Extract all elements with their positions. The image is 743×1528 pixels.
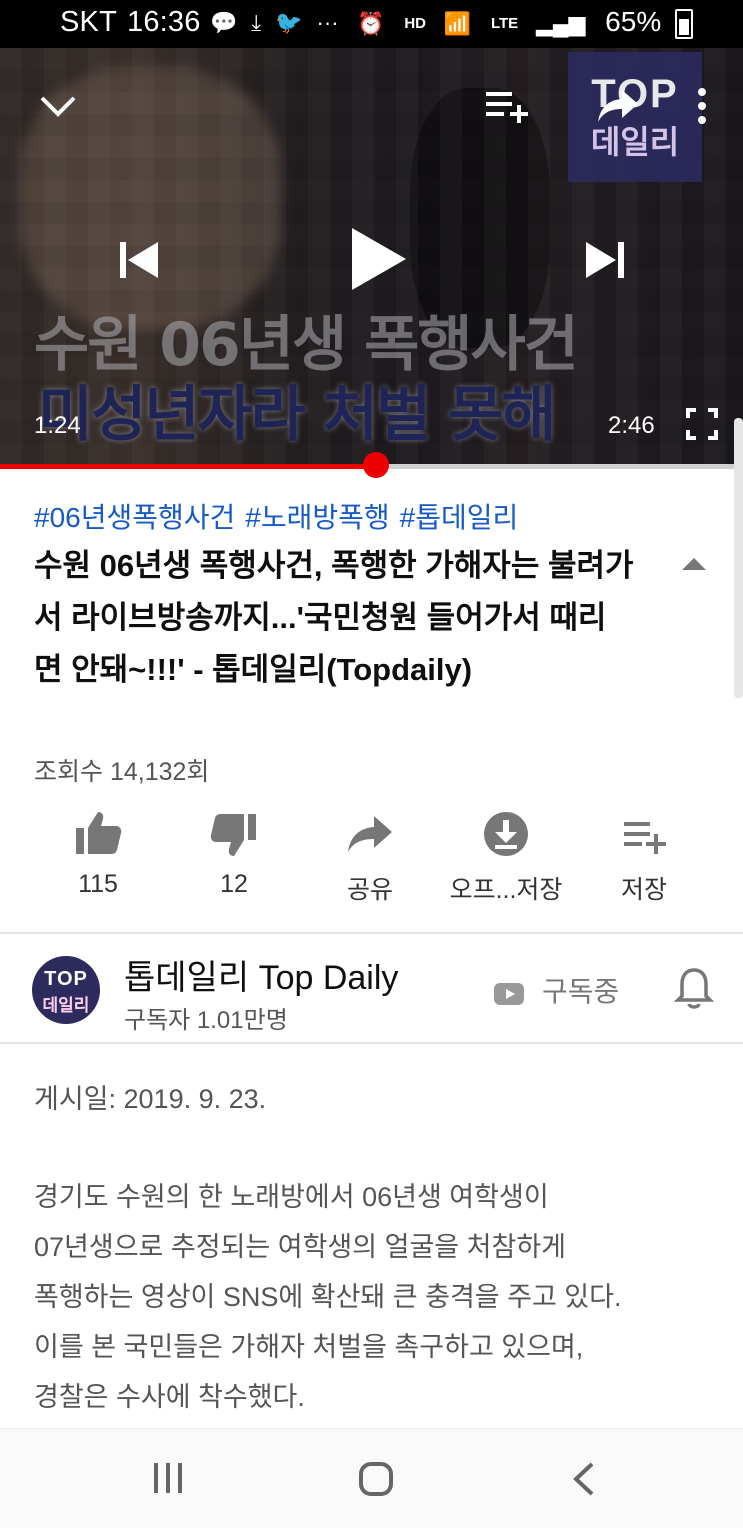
hashtag-link[interactable]: #06년생폭행사건 (34, 502, 235, 533)
share-label: 공유 (346, 876, 393, 904)
add-to-queue-icon[interactable] (484, 88, 530, 124)
skip-next-icon[interactable] (582, 240, 626, 280)
video-player[interactable]: TOP 데일리 수원 06년생 폭행사건 미성년자라 처벌 못해 1:24 2:… (0, 48, 743, 466)
channel-avatar[interactable]: TOP 데일리 (32, 956, 100, 1024)
back-icon[interactable] (570, 1461, 596, 1497)
collapse-details-icon[interactable] (680, 556, 708, 572)
talk-icon: 💬 (210, 10, 238, 35)
channel-name[interactable]: 톱데일리 Top Daily (124, 950, 398, 999)
hashtag-link[interactable]: #노래방폭행 (245, 502, 389, 533)
more-notifications-icon: ··· (316, 10, 339, 35)
battery-percent: 65% (605, 6, 662, 37)
hd-voice-icon: HD (404, 15, 426, 33)
divider (0, 1042, 743, 1044)
divider (0, 932, 743, 934)
alarm-icon: ⏰ (357, 10, 385, 36)
carrier-label: SKT (60, 6, 117, 38)
duration: 2:46 (608, 412, 655, 439)
thumbs-down-icon (210, 814, 256, 856)
status-right: ⏰ HD 📶 LTE ▂▄▆ 65% (357, 6, 693, 39)
description-line: 경찰은 수사에 착수했다. (34, 1382, 305, 1412)
like-count: 115 (78, 870, 118, 898)
offline-save-button[interactable]: 오프...저장 (436, 808, 576, 906)
share-icon[interactable] (596, 86, 640, 126)
fullscreen-icon[interactable] (686, 408, 718, 440)
thumbs-up-icon (76, 812, 122, 854)
current-time: 1:24 (34, 412, 81, 439)
share-button[interactable]: 공유 (300, 808, 440, 906)
description-line: 경기도 수원의 한 노래방에서 06년생 여학생이 (34, 1182, 549, 1212)
status-bar: SKT 16:36 💬 ⤓ 🐦 ··· ⏰ HD 📶 LTE ▂▄▆ 65% (0, 0, 743, 48)
wifi-icon: 📶 (443, 10, 472, 36)
offline-label: 오프...저장 (449, 876, 563, 904)
description-body: 경기도 수원의 한 노래방에서 06년생 여학생이 07년생으로 추정되는 여학… (34, 1172, 724, 1422)
chevron-down-icon[interactable] (38, 86, 78, 126)
avatar-line2: 데일리 (42, 996, 90, 1016)
save-label: 저장 (620, 876, 667, 904)
progress-scrubber[interactable] (362, 452, 389, 478)
progress-fill (0, 464, 376, 469)
playlist-add-icon (624, 822, 666, 854)
subscriber-count: 구독자 1.01만명 (124, 1007, 288, 1034)
like-button[interactable]: 115 (28, 808, 168, 899)
download-circle-icon (484, 812, 528, 856)
signal-icon: ▂▄▆ (535, 10, 586, 36)
more-vert-icon[interactable] (694, 86, 710, 126)
clock: 16:36 (127, 6, 201, 38)
subscribed-label: 구독중 (542, 976, 620, 1007)
description-line: 07년생으로 추정되는 여학생의 얼굴을 처참하게 (34, 1232, 566, 1262)
dislike-button[interactable]: 12 (164, 808, 304, 899)
youtube-icon (494, 982, 524, 1005)
lte-label: LTE (490, 15, 519, 33)
share-icon (348, 816, 392, 852)
action-bar: 115 12 공유 오프...저장 저장 (0, 808, 743, 918)
description-line: 폭행하는 영상이 SNS에 확산돼 큰 충격을 주고 있다. (34, 1282, 622, 1312)
subscribed-button[interactable]: 구독중 (494, 970, 619, 1010)
notification-icons: 💬 ⤓ 🐦 ··· (210, 10, 353, 36)
description-line: 이를 본 국민들은 가해자 처벌을 촉구하고 있으며, (34, 1332, 584, 1362)
battery-icon (675, 8, 693, 39)
video-caption-line2: 미성년자라 처벌 못해 (38, 380, 557, 450)
status-left: SKT 16:36 (60, 6, 211, 39)
hashtag-link[interactable]: #톱데일리 (400, 502, 519, 533)
skip-previous-icon[interactable] (118, 240, 162, 280)
scrollbar[interactable] (734, 418, 743, 698)
twitter-icon: 🐦 (275, 10, 303, 35)
video-title[interactable]: 수원 06년생 폭행사건, 폭행한 가해자는 불려가서 라이브방송까지...'국… (34, 540, 634, 696)
view-count: 조회수 14,132회 (34, 758, 210, 786)
home-icon[interactable] (358, 1461, 394, 1497)
hashtag-row: #06년생폭행사건 #노래방폭행 #톱데일리 (34, 496, 528, 536)
publish-date: 게시일: 2019. 9. 23. (34, 1084, 267, 1114)
dislike-count: 12 (220, 870, 248, 898)
bell-icon[interactable] (674, 966, 714, 1010)
save-button[interactable]: 저장 (574, 808, 714, 906)
system-nav-bar (0, 1428, 743, 1528)
recent-apps-icon[interactable] (148, 1461, 188, 1495)
play-icon[interactable] (348, 226, 408, 292)
avatar-line1: TOP (44, 968, 88, 990)
download-icon: ⤓ (251, 10, 262, 35)
